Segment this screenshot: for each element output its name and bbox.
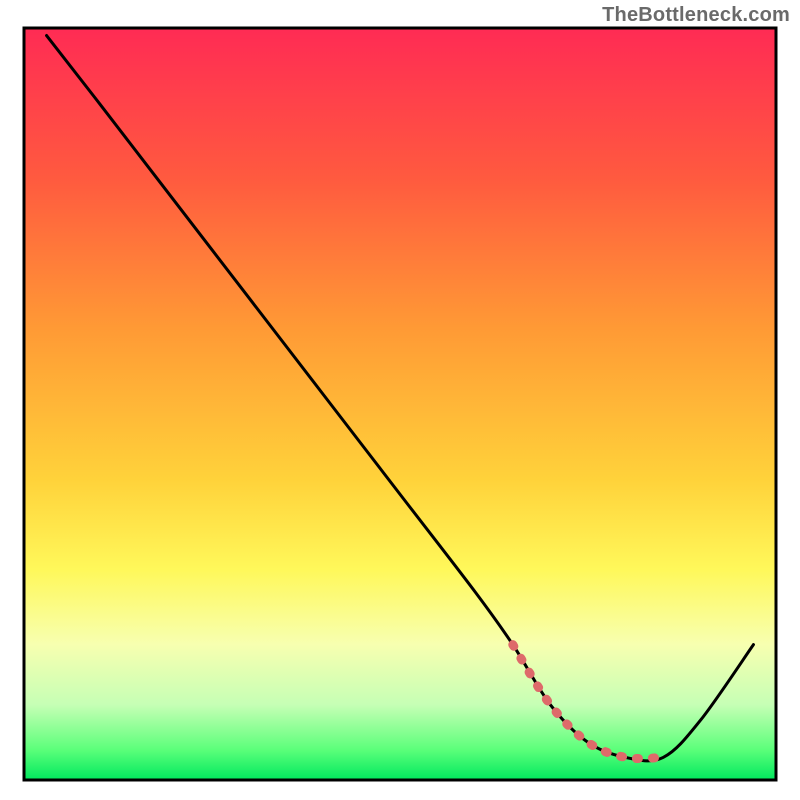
chart-stage: TheBottleneck.com <box>0 0 800 800</box>
chart-svg <box>0 0 800 800</box>
watermark-text: TheBottleneck.com <box>602 4 790 27</box>
gradient-background <box>24 28 776 780</box>
